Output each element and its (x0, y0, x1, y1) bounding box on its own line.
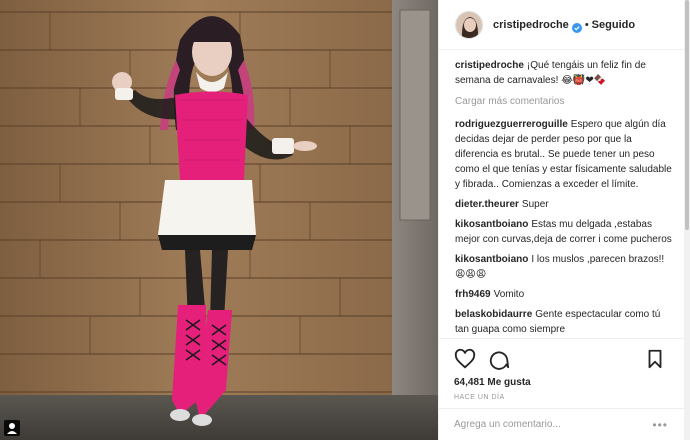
comment-text: Vomito (493, 289, 525, 300)
caption-emojis: 😂👹❤🍫 (561, 75, 607, 86)
comment-username[interactable]: rodriguezguerreroguille (455, 119, 568, 130)
scrollbar[interactable] (684, 0, 690, 440)
comment-input[interactable] (454, 419, 653, 430)
comment-username[interactable]: frh9469 (455, 289, 491, 300)
comment-item: dieter.theurer Super (455, 197, 673, 212)
comments-list: cristipedroche ¡Qué tengáis un feliz fin … (455, 58, 673, 336)
comment-item: rodriguezguerreroguille Espero que algún … (455, 117, 673, 192)
bookmark-icon[interactable] (644, 348, 668, 372)
comment-emojis: 😩😩😩 (455, 269, 487, 280)
header-username[interactable]: cristipedroche (493, 19, 569, 31)
likes-count[interactable]: 64,481 Me gusta (454, 377, 668, 388)
comment-username[interactable]: belaskobidaurre (455, 309, 532, 320)
comment-item: kikosantboiano Estas mu delgada ,estabas … (455, 217, 673, 247)
comment-text: Super (521, 199, 549, 210)
comment-text: I los muslos ,parecen brazos!! (531, 254, 665, 265)
comment-item: belaskobidaurre Gente espectacular como t… (455, 307, 673, 336)
caption-username[interactable]: cristipedroche (455, 60, 524, 71)
post-photo[interactable] (0, 0, 438, 440)
following-button[interactable]: Seguido (592, 19, 635, 31)
comment-username[interactable]: dieter.theurer (455, 199, 519, 210)
header-separator: • (584, 18, 589, 31)
comment-username[interactable]: kikosantboiano (455, 254, 528, 265)
avatar[interactable] (455, 10, 483, 39)
post-timestamp[interactable]: HACE UN DÍA (454, 394, 668, 401)
more-options-icon[interactable]: ••• (652, 418, 668, 432)
post-image (0, 0, 438, 440)
like-heart-icon[interactable] (454, 348, 478, 372)
verified-badge-icon (571, 20, 582, 33)
comment-item: kikosantboiano I los muslos ,parecen braz… (455, 252, 673, 282)
comment-item: frh9469 Vomito (455, 287, 673, 302)
add-comment-bar: ••• (438, 408, 684, 440)
comment-bubble-icon[interactable] (488, 348, 512, 372)
comment-username[interactable]: kikosantboiano (455, 219, 528, 230)
scrollbar-thumb[interactable] (685, 0, 689, 230)
user-tag-icon[interactable] (4, 420, 20, 436)
post-actions: 64,481 Me gusta HACE UN DÍA (438, 338, 684, 401)
caption: cristipedroche ¡Qué tengáis un feliz fin … (455, 58, 673, 88)
post-header: cristipedroche • Seguido (439, 0, 684, 50)
load-more-comments-link[interactable]: Cargar más comentarios (455, 94, 673, 109)
